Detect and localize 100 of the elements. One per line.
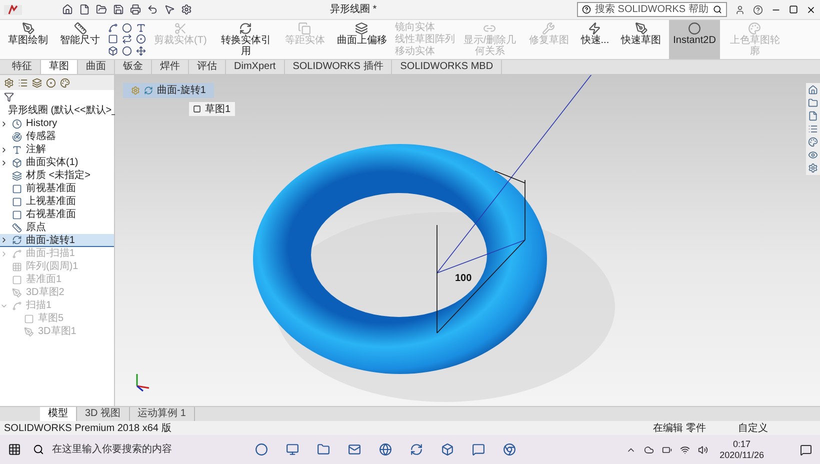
tree-item[interactable]: History <box>0 117 114 130</box>
feature-icon <box>12 262 22 272</box>
task-pane-icon[interactable] <box>808 124 818 134</box>
tree-item[interactable]: 原点 <box>0 221 114 234</box>
logo-mark-icon <box>8 4 18 14</box>
quick-access-icon[interactable] <box>164 4 175 15</box>
feature-icon <box>12 274 22 284</box>
user-icon[interactable] <box>735 4 745 14</box>
expand-caret-icon[interactable] <box>0 120 8 128</box>
taskbar-app-icon[interactable] <box>472 443 485 456</box>
task-pane-icon[interactable] <box>808 98 818 108</box>
ribbon-button[interactable]: 快速... <box>576 20 614 59</box>
feature-icon <box>12 288 22 298</box>
panel-tab-icon[interactable] <box>4 78 14 88</box>
sketch-icon <box>193 105 201 113</box>
quick-access-icon[interactable] <box>62 4 73 15</box>
taskbar-search-input[interactable]: 在这里输入你要搜索的内容 <box>52 442 193 457</box>
tool-icon <box>22 22 34 35</box>
ribbon-tab[interactable]: SOLIDWORKS 插件 <box>284 60 392 74</box>
quick-access-icon[interactable] <box>130 4 141 15</box>
tray-icon[interactable] <box>698 444 708 454</box>
tool-icon <box>74 22 86 35</box>
part-icon <box>131 86 140 95</box>
taskbar-app-icon[interactable] <box>410 443 423 456</box>
ribbon-button[interactable]: 快速草图 <box>617 20 666 59</box>
tree-item[interactable]: 上视基准面 <box>0 195 114 208</box>
tray-icon[interactable] <box>680 444 690 454</box>
ribbon-tab[interactable]: DimXpert <box>226 60 285 74</box>
feature-icon <box>12 158 22 168</box>
panel-tab-icon[interactable] <box>32 78 42 88</box>
quick-access-icon[interactable] <box>113 4 124 15</box>
feature-icon <box>12 235 22 245</box>
feature-icon <box>24 326 34 336</box>
ribbon-tab[interactable]: 草图 <box>41 60 78 74</box>
ribbon-button[interactable]: 草图绘制 <box>4 20 52 59</box>
tool-icon <box>542 22 556 35</box>
search-icon[interactable] <box>713 5 722 14</box>
status-text: SOLIDWORKS Premium 2018 x64 版 <box>4 422 172 436</box>
taskbar-app-icon[interactable] <box>348 443 361 456</box>
taskbar-app-icon[interactable] <box>441 443 454 456</box>
model-tab[interactable]: 模型 <box>40 407 77 421</box>
quick-access-icon[interactable] <box>79 4 90 15</box>
feature-icon <box>12 222 22 232</box>
feature-icon <box>12 170 22 180</box>
panel-tab-icon[interactable] <box>18 78 28 88</box>
ribbon-tab[interactable]: SOLIDWORKS MBD <box>392 60 502 74</box>
task-pane-icon[interactable] <box>808 85 818 95</box>
taskbar-app-icon[interactable] <box>503 443 516 456</box>
taskbar-search-field[interactable]: 在这里输入你要搜索的内容 <box>33 438 193 460</box>
tree-item[interactable]: 注解 <box>0 143 114 156</box>
torus-drawing[interactable] <box>253 144 547 374</box>
task-pane-icon[interactable] <box>808 137 818 147</box>
tool-icon <box>239 22 252 35</box>
breadcrumb-child[interactable]: 草图1 <box>189 102 235 116</box>
ribbon-button[interactable]: Instant2D <box>669 20 720 59</box>
help-search-input[interactable]: 搜索 SOLIDWORKS 帮助 <box>595 2 709 17</box>
tree-item[interactable]: 传感器 <box>0 130 114 143</box>
ribbon-button[interactable]: 曲面上偏移 <box>332 20 391 59</box>
tree-item[interactable]: 材质 <未指定> <box>0 169 114 182</box>
help-icon[interactable] <box>753 4 763 14</box>
tray-icon[interactable] <box>644 444 654 454</box>
window-title: 异形线圈 * <box>330 2 377 17</box>
tree-item[interactable]: 前视基准面 <box>0 182 114 195</box>
ribbon-tab[interactable]: 焊件 <box>152 60 189 74</box>
taskbar-app-icon[interactable] <box>286 443 299 456</box>
tree-item[interactable]: 曲面-旋转1 <box>0 234 114 247</box>
tray-icon[interactable] <box>662 444 672 454</box>
taskbar-clock[interactable]: 0:17 2020/11/26 <box>720 438 764 460</box>
tree-item[interactable]: 右视基准面 <box>0 208 114 221</box>
quick-access-icon[interactable] <box>147 4 158 15</box>
taskbar-app-icon[interactable] <box>379 443 392 456</box>
quick-access-icon[interactable] <box>96 4 107 15</box>
filter-icon[interactable] <box>4 92 14 102</box>
notification-icon[interactable] <box>800 444 812 456</box>
edit-mode-text: 在编辑 零件 <box>653 422 706 436</box>
feature-icon <box>12 132 22 142</box>
ribbon-tab[interactable]: 评估 <box>189 60 226 74</box>
start-icon[interactable] <box>8 443 21 456</box>
search-icon <box>33 444 44 455</box>
graphics-viewport[interactable]: 曲面-旋转1 草图1 100 <box>115 75 820 406</box>
task-pane-icon[interactable] <box>808 150 818 160</box>
quick-access-icon[interactable] <box>181 4 192 15</box>
ribbon-button[interactable]: 智能尺寸 <box>56 20 104 59</box>
help-search-field[interactable]: 搜索 SOLIDWORKS 帮助 <box>577 2 727 17</box>
tool-icon <box>298 22 312 35</box>
panel-tab-icon[interactable] <box>46 78 56 88</box>
task-pane-icon[interactable] <box>808 163 818 173</box>
restore-icon[interactable] <box>789 5 798 14</box>
panel-tab-icon[interactable] <box>60 78 70 88</box>
ribbon-tab[interactable]: 曲面 <box>78 60 115 74</box>
dimension-label[interactable]: 100 <box>455 273 472 284</box>
ribbon-button[interactable]: 转换实体引用 <box>214 20 277 59</box>
units-text[interactable]: 自定义 <box>738 420 768 436</box>
taskbar-app-icon[interactable] <box>317 443 330 456</box>
tree-item[interactable]: 曲面实体(1) <box>0 156 114 169</box>
ribbon-tab[interactable]: 钣金 <box>115 60 152 74</box>
task-pane-icon[interactable] <box>808 111 818 121</box>
close-icon[interactable] <box>806 4 816 14</box>
taskbar-app-icon[interactable] <box>255 443 268 456</box>
breadcrumb-bar[interactable]: 曲面-旋转1 <box>123 83 214 98</box>
